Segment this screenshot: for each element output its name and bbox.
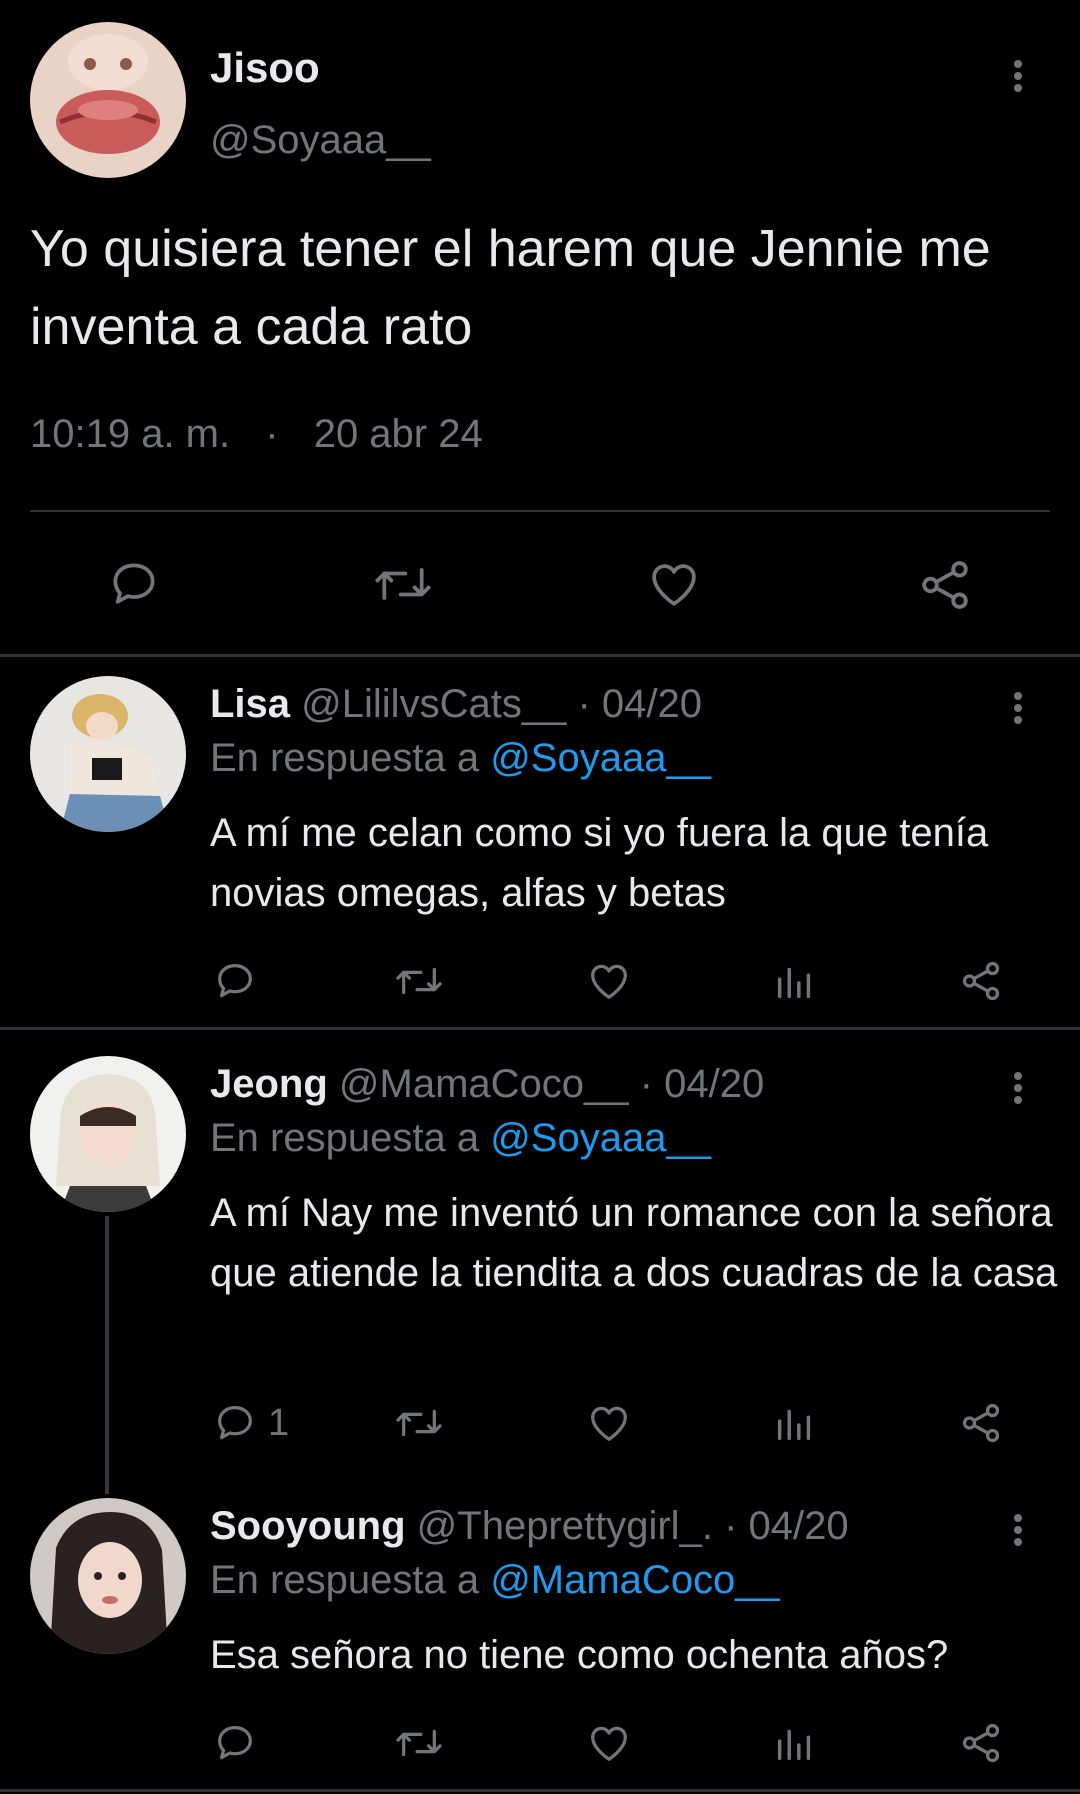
reply-display-name[interactable]: Jeong	[210, 1062, 328, 1106]
reply-prefix: En respuesta a	[210, 1116, 480, 1160]
tweet-timestamp: 10:19 a. m. · 20 abr 24	[30, 412, 483, 457]
main-handle[interactable]: @Soyaaa__	[210, 118, 431, 163]
reply-context: En respuesta a @Soyaaa__	[210, 736, 711, 781]
share-icon[interactable]	[958, 958, 1004, 1004]
reply-prefix: En respuesta a	[210, 736, 480, 780]
views-icon[interactable]	[772, 958, 818, 1004]
reply-text: A mí me celan como si yo fuera la que te…	[210, 811, 989, 915]
like-icon[interactable]	[646, 556, 702, 612]
share-icon[interactable]	[958, 1400, 1004, 1446]
like-icon[interactable]	[586, 1720, 632, 1766]
reply-display-name[interactable]: Lisa	[210, 682, 290, 726]
reply-context: En respuesta a @Soyaaa__	[210, 1116, 711, 1161]
reply-icon[interactable]	[212, 1720, 258, 1766]
views-icon[interactable]	[772, 1400, 818, 1446]
like-icon[interactable]	[586, 958, 632, 1004]
reply-date: · 04/20	[724, 1504, 849, 1548]
reply-handle[interactable]: @LililvsCats__	[301, 682, 566, 726]
reply-to-link[interactable]: @Soyaaa__	[490, 736, 711, 780]
reply-icon[interactable]	[106, 556, 162, 612]
reply-handle[interactable]: @Theprettygirl_.	[417, 1504, 713, 1548]
reply-text: Esa señora no tiene como ochenta años?	[210, 1633, 949, 1677]
retweet-icon[interactable]	[372, 556, 434, 612]
reply-header: Sooyoung @Theprettygirl_. · 04/20	[210, 1504, 849, 1549]
avatar-jisoo[interactable]	[30, 22, 186, 178]
reply-header: Jeong @MamaCoco__ · 04/20	[210, 1062, 764, 1107]
retweet-icon[interactable]	[394, 1400, 444, 1446]
reply-display-name[interactable]: Sooyoung	[210, 1504, 406, 1548]
more-icon[interactable]	[1003, 688, 1033, 728]
reply-to-link[interactable]: @MamaCoco__	[490, 1558, 780, 1602]
retweet-icon[interactable]	[394, 1720, 444, 1766]
reply-count: 1	[268, 1402, 290, 1444]
share-icon[interactable]	[958, 1720, 1004, 1766]
share-icon[interactable]	[916, 556, 974, 614]
separator-dot: ·	[265, 412, 279, 456]
retweet-icon[interactable]	[394, 958, 444, 1004]
views-icon[interactable]	[772, 1720, 818, 1766]
reply-date: · 04/20	[577, 682, 702, 726]
section-divider	[0, 1789, 1080, 1792]
reply-icon[interactable]	[212, 1400, 258, 1446]
reply-header: Lisa @LililvsCats__ · 04/20	[210, 682, 702, 727]
main-display-name[interactable]: Jisoo	[210, 44, 320, 92]
more-icon[interactable]	[1003, 56, 1033, 96]
tweet-time: 10:19 a. m.	[30, 412, 231, 456]
reply-handle[interactable]: @MamaCoco__	[339, 1062, 629, 1106]
main-tweet-text: Yo quisiera tener el harem que Jennie me…	[30, 220, 991, 356]
thread-line	[105, 1216, 109, 1494]
avatar-lisa[interactable]	[30, 676, 186, 832]
reply-text: A mí Nay me inventó un romance con la se…	[210, 1191, 1058, 1295]
reply-to-link[interactable]: @Soyaaa__	[490, 1116, 711, 1160]
reply-context: En respuesta a @MamaCoco__	[210, 1558, 780, 1603]
divider	[30, 510, 1050, 512]
more-icon[interactable]	[1003, 1068, 1033, 1108]
reply-prefix: En respuesta a	[210, 1558, 480, 1602]
avatar-sooyoung[interactable]	[30, 1498, 186, 1654]
reply-date: · 04/20	[639, 1062, 765, 1106]
section-divider	[0, 1027, 1080, 1030]
avatar-jeong[interactable]	[30, 1056, 186, 1212]
tweet-date: 20 abr 24	[313, 412, 483, 456]
section-divider	[0, 654, 1080, 657]
reply-icon[interactable]	[212, 958, 258, 1004]
like-icon[interactable]	[586, 1400, 632, 1446]
more-icon[interactable]	[1003, 1510, 1033, 1550]
